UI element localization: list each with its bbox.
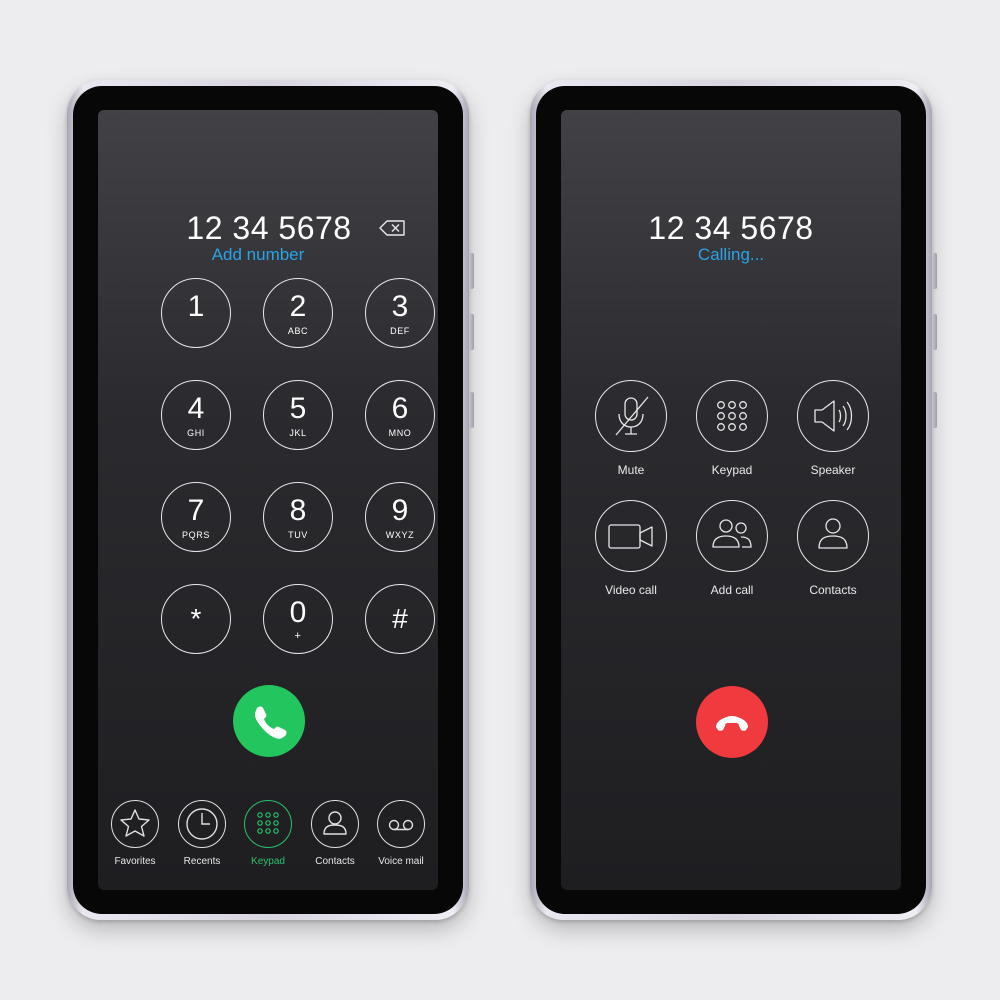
key-digit: 0 [289,596,307,629]
backspace-icon[interactable] [378,218,408,238]
key-letters: GHI [187,428,205,438]
key-digit: 1 [187,290,205,323]
key-letters: WXYZ [385,530,415,540]
action-label: Video call [605,583,657,597]
key-letters: DEF [390,326,410,336]
key-0[interactable]: 0 + [263,584,333,654]
nav-recents[interactable]: Recents [172,800,232,868]
action-label: Add call [710,583,754,597]
keypad-button[interactable]: Keypad [687,380,777,477]
nav-label: Voice mail [378,856,424,867]
keypad-icon [717,401,747,431]
end-call-button[interactable] [696,686,768,758]
key-letters: JKL [289,428,307,438]
action-label: Keypad [711,463,753,477]
add-number-link[interactable]: Add number [98,245,428,265]
key-digit: 3 [391,290,409,323]
mute-button[interactable]: Mute [586,380,676,477]
key-digit: 8 [289,494,307,527]
voicemail-icon [388,819,414,831]
key-digit: 2 [289,290,307,323]
key-4[interactable]: 4 GHI [161,380,231,450]
power-button [469,392,474,428]
phone-in-call: 12 34 5678 Calling... Mute Keypad Speake… [530,80,937,920]
nav-keypad[interactable]: Keypad [238,800,298,868]
key-6[interactable]: 6 MNO [365,380,435,450]
in-call-screen: 12 34 5678 Calling... Mute Keypad Speake… [561,110,901,890]
key-digit: 7 [187,494,205,527]
contacts-button[interactable]: Contacts [788,500,878,597]
key-hash[interactable]: # [365,584,435,654]
clock-icon [186,808,218,840]
hang-up-icon [716,716,748,731]
speaker-button[interactable]: Speaker [788,380,878,477]
key-2[interactable]: 2 ABC [263,278,333,348]
nav-label: Keypad [251,856,285,867]
action-label: Mute [617,463,645,477]
key-3[interactable]: 3 DEF [365,278,435,348]
video-camera-icon [608,524,653,549]
speaker-icon [814,400,853,432]
key-9[interactable]: 9 WXYZ [365,482,435,552]
key-digit: # [392,603,408,634]
key-7[interactable]: 7 PQRS [161,482,231,552]
keypad-icon [257,812,279,834]
mic-off-icon [615,396,649,436]
key-letters: MNO [388,428,412,438]
nav-voicemail[interactable]: Voice mail [371,800,431,868]
volume-button [469,253,474,289]
action-label: Contacts [809,583,857,597]
phone-dialer: 12 34 5678 Add number 1 2 ABC 3 DEF 4 GH… [67,80,474,920]
nav-label: Recents [183,856,221,867]
volume-button [932,253,937,289]
key-letters: + [294,630,302,642]
key-letters: TUV [288,530,308,540]
person-icon [818,518,848,549]
key-digit: * [190,603,202,634]
person-icon [323,811,347,835]
nav-contacts[interactable]: Contacts [305,800,365,868]
add-call-button[interactable]: Add call [687,500,777,597]
nav-label: Favorites [114,856,156,867]
key-digit: 9 [391,494,409,527]
add-people-icon [712,519,752,548]
key-digit: 5 [289,392,307,425]
call-status: Calling... [697,245,765,264]
nav-favorites[interactable]: Favorites [105,800,165,868]
key-8[interactable]: 8 TUV [263,482,333,552]
key-1[interactable]: 1 [161,278,231,348]
action-label: Speaker [810,463,856,477]
volume-button [932,314,937,350]
call-button[interactable] [233,685,305,757]
power-button [932,392,937,428]
volume-button [469,314,474,350]
key-5[interactable]: 5 JKL [263,380,333,450]
phone-icon [254,706,287,739]
key-star[interactable]: * [161,584,231,654]
star-icon [120,809,150,837]
key-digit: 6 [391,392,409,425]
nav-label: Contacts [315,856,355,867]
key-letters: ABC [287,326,309,336]
key-letters: PQRS [182,530,210,540]
dialer-screen: 12 34 5678 Add number 1 2 ABC 3 DEF 4 GH… [98,110,438,890]
key-digit: 4 [187,392,205,425]
video-call-button[interactable]: Video call [586,500,676,597]
